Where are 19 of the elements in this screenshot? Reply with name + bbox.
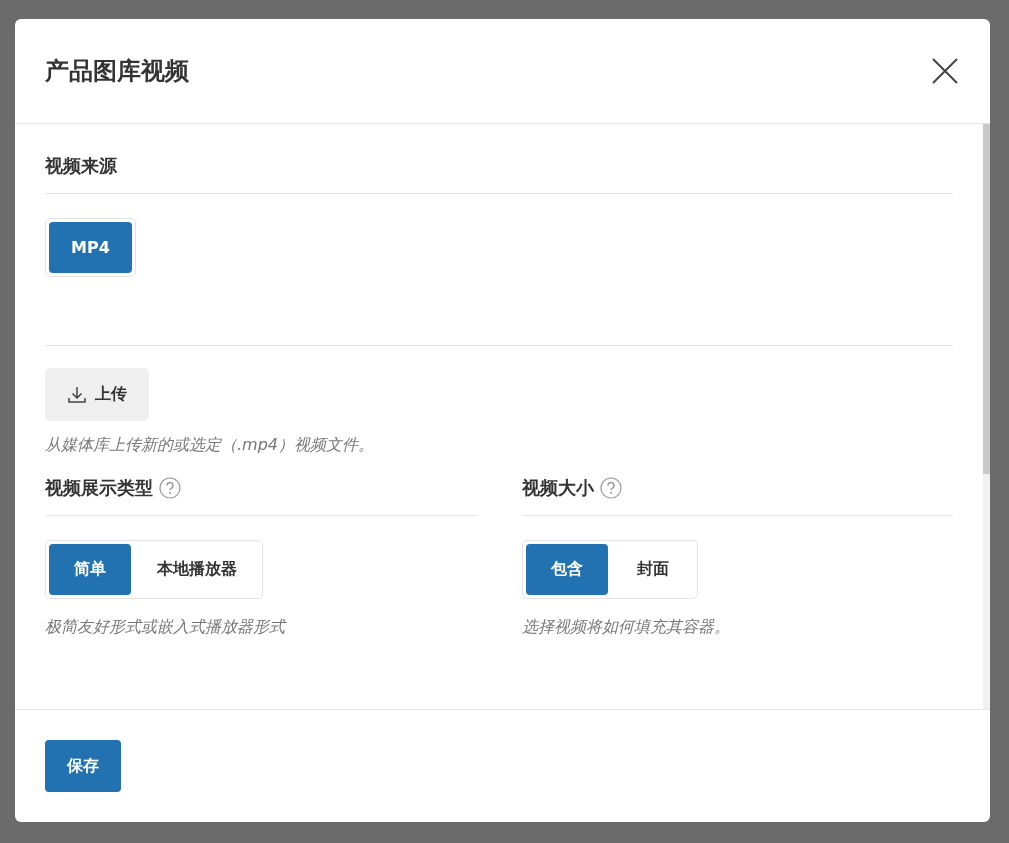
close-icon[interactable] [930, 56, 960, 86]
section-heading: 视频来源 [45, 154, 117, 178]
section-heading: 视频展示类型 [45, 476, 153, 500]
save-button[interactable]: 保存 [45, 740, 121, 792]
field-hint: 极简友好形式或嵌入式播放器形式 [45, 617, 288, 638]
segment-option[interactable]: 简单 [49, 544, 131, 595]
upload-button[interactable]: 上传 [45, 368, 149, 421]
segment-option[interactable]: 本地播放器 [135, 544, 259, 595]
segment-option[interactable]: 包含 [525, 544, 608, 595]
section-heading: 视频大小 [521, 476, 594, 500]
dialog-title: 产品图库视频 [45, 56, 189, 87]
upload-hint: 从媒体库上传新的或选定（.mp4）视频文件。 [45, 435, 375, 456]
download-icon [67, 384, 87, 405]
scrollbar[interactable] [983, 124, 990, 709]
help-icon[interactable] [159, 477, 181, 499]
field-hint: 选择视频将如何填充其容器。 [521, 617, 731, 638]
segment-option[interactable]: MP4 [49, 222, 132, 273]
help-icon[interactable] [599, 477, 622, 499]
segment-option[interactable]: 封面 [611, 544, 694, 595]
